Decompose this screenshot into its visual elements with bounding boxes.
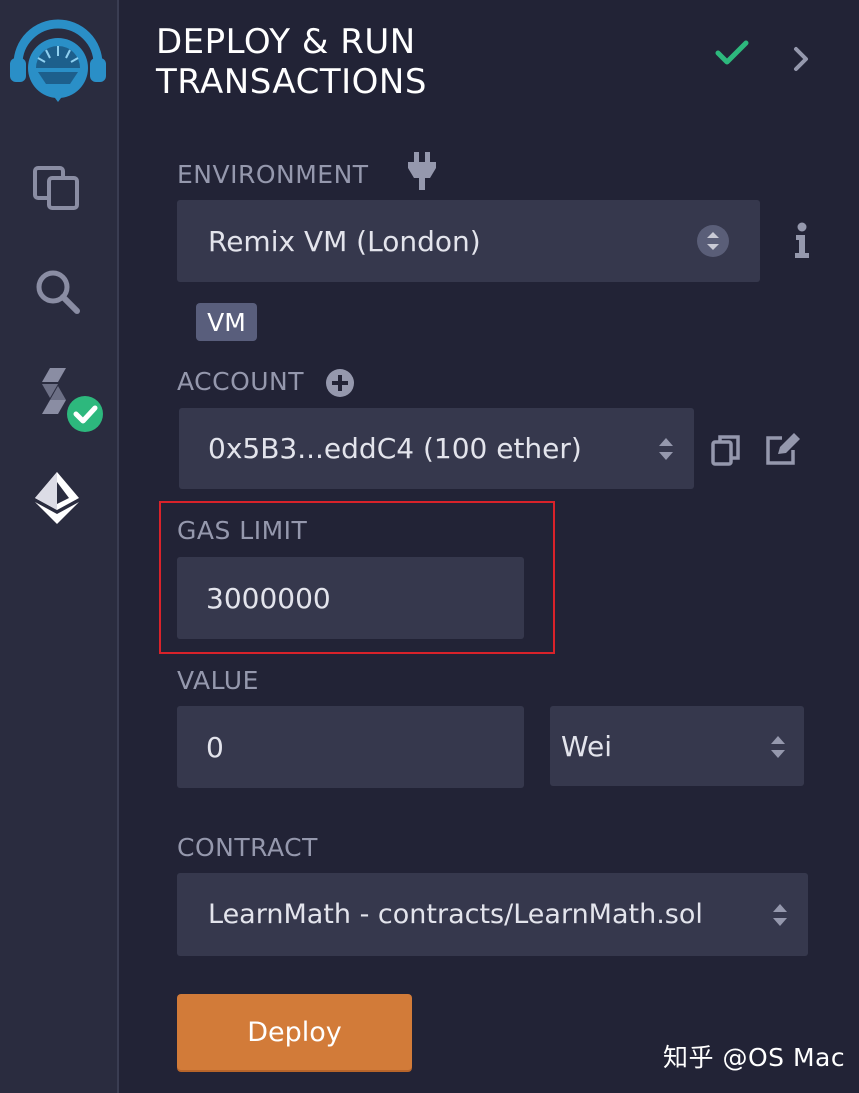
select-updown-icon <box>696 224 730 265</box>
info-icon[interactable] <box>791 222 813 264</box>
deploy-run-panel: DEPLOY & RUN TRANSACTIONS ENVIRONMENT Re… <box>119 0 859 1093</box>
gas-limit-input[interactable]: 3000000 <box>177 557 524 639</box>
file-explorer-icon[interactable] <box>30 160 84 214</box>
panel-title: DEPLOY & RUN TRANSACTIONS <box>156 22 576 102</box>
remix-logo-icon[interactable] <box>8 16 108 106</box>
icon-sidebar <box>0 0 119 1093</box>
account-label: ACCOUNT <box>177 367 305 396</box>
environment-select-value: Remix VM (London) <box>208 224 481 258</box>
environment-select[interactable]: Remix VM (London) <box>177 200 760 282</box>
copy-icon[interactable] <box>711 434 741 470</box>
check-icon <box>715 40 749 70</box>
value-unit-value: Wei <box>561 729 613 763</box>
value-unit-select[interactable]: Wei <box>550 706 804 786</box>
contract-select[interactable]: LearnMath - contracts/LearnMath.sol <box>177 873 808 956</box>
account-select-value: 0x5B3...eddC4 (100 ether) <box>208 432 582 465</box>
vm-badge: VM <box>196 303 257 341</box>
add-account-icon[interactable] <box>325 368 355 402</box>
select-arrows-icon <box>769 732 787 769</box>
deploy-run-icon[interactable] <box>30 470 84 526</box>
contract-label: CONTRACT <box>177 833 318 862</box>
edit-icon[interactable] <box>765 432 801 470</box>
deploy-button[interactable]: Deploy <box>177 994 412 1070</box>
value-label: VALUE <box>177 666 259 695</box>
gas-limit-label: GAS LIMIT <box>177 516 308 545</box>
select-arrows-icon <box>657 434 675 471</box>
account-select[interactable]: 0x5B3...eddC4 (100 ether) <box>179 408 694 489</box>
chevron-right-icon[interactable] <box>791 44 811 78</box>
panel-title-line1: DEPLOY & RUN <box>156 22 416 62</box>
plug-icon[interactable] <box>406 152 438 194</box>
solidity-compiler-icon[interactable] <box>30 362 106 438</box>
environment-label: ENVIRONMENT <box>177 160 369 189</box>
watermark: 知乎 @OS Mac <box>663 1043 846 1072</box>
search-icon[interactable] <box>30 264 84 318</box>
panel-title-line2: TRANSACTIONS <box>156 62 427 102</box>
select-arrows-icon <box>771 900 789 937</box>
contract-select-value: LearnMath - contracts/LearnMath.sol <box>208 899 703 930</box>
value-input[interactable]: 0 <box>177 706 524 788</box>
